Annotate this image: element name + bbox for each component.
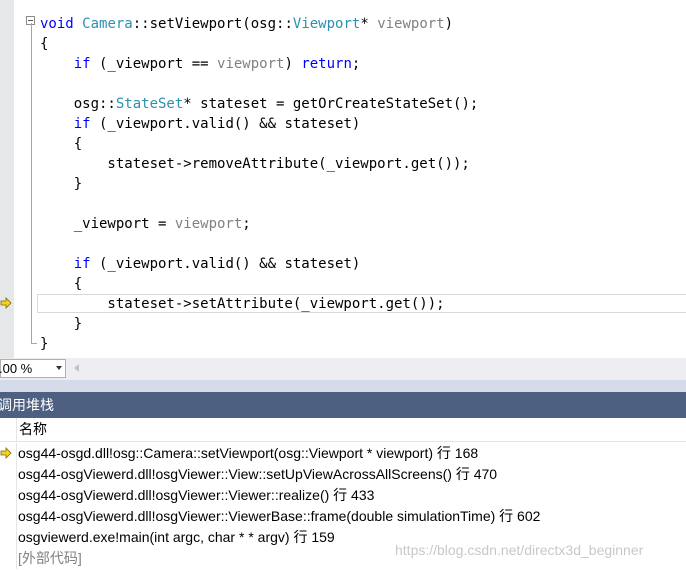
row-divider <box>16 464 17 485</box>
code-line[interactable]: } <box>40 334 48 354</box>
row-divider <box>16 506 17 527</box>
code-line[interactable]: osg::StateSet* stateset = getOrCreateSta… <box>40 94 479 114</box>
row-divider <box>16 527 17 548</box>
zoom-value: .00 % <box>0 361 33 376</box>
column-header-label: 名称 <box>19 421 47 437</box>
stack-frame-label: osg44-osgd.dll!osg::Camera::setViewport(… <box>18 445 479 461</box>
panel-splitter[interactable] <box>0 380 686 392</box>
stack-frame-label: [外部代码] <box>18 550 82 566</box>
code-editor[interactable]: void Camera::setViewport(osg::Viewport* … <box>0 0 686 358</box>
panel-title: 调用堆栈 <box>0 397 54 413</box>
outline-guide-end <box>31 343 37 344</box>
stack-frame-row[interactable]: osg44-osgViewerd.dll!osgViewer::View::se… <box>0 464 686 485</box>
zoom-dropdown[interactable]: .00 % <box>0 359 66 378</box>
call-stack-title-bar[interactable]: 调用堆栈 <box>0 392 686 418</box>
watermark: https://blog.csdn.net/directx3d_beginner <box>395 542 644 558</box>
stack-frame-row[interactable]: osg44-osgViewerd.dll!osgViewer::Viewer::… <box>0 485 686 506</box>
column-header-row: 名称 <box>0 418 686 442</box>
code-line[interactable]: } <box>40 174 82 194</box>
stack-frame-label: osgviewerd.exe!main(int argc, char * * a… <box>18 529 335 545</box>
editor-status-bar: .00 % <box>0 358 686 380</box>
code-line[interactable]: if (_viewport.valid() && stateset) <box>40 254 361 274</box>
code-line[interactable]: { <box>40 274 82 294</box>
code-line[interactable]: void Camera::setViewport(osg::Viewport* … <box>40 14 453 34</box>
code-line[interactable]: if (_viewport.valid() && stateset) <box>40 114 361 134</box>
row-divider <box>16 548 17 569</box>
scroll-left-icon[interactable] <box>74 364 79 372</box>
code-line[interactable]: stateset->setAttribute(_viewport.get()); <box>40 294 444 314</box>
chevron-down-icon[interactable] <box>56 366 62 370</box>
stack-frame-row[interactable]: osg44-osgViewerd.dll!osgViewer::ViewerBa… <box>0 506 686 527</box>
column-header-name[interactable]: 名称 <box>16 418 686 441</box>
code-line[interactable]: stateset->removeAttribute(_viewport.get(… <box>40 154 469 174</box>
code-line[interactable]: { <box>40 134 82 154</box>
stack-frame-label: osg44-osgViewerd.dll!osgViewer::Viewer::… <box>18 487 375 503</box>
row-divider <box>16 485 17 506</box>
current-frame-arrow-icon <box>0 447 12 459</box>
row-divider <box>16 443 17 464</box>
current-statement-arrow-icon <box>0 296 12 309</box>
code-line[interactable]: _viewport = viewport; <box>40 214 251 234</box>
code-line[interactable]: { <box>40 34 48 54</box>
stack-frame-row[interactable]: osg44-osgd.dll!osg::Camera::setViewport(… <box>0 443 686 464</box>
code-line[interactable]: if (_viewport == viewport) return; <box>40 54 361 74</box>
stack-frame-label: osg44-osgViewerd.dll!osgViewer::View::se… <box>18 466 498 482</box>
outline-guide <box>31 23 32 343</box>
stack-frame-label: osg44-osgViewerd.dll!osgViewer::ViewerBa… <box>18 508 541 524</box>
code-line[interactable]: } <box>40 314 82 334</box>
